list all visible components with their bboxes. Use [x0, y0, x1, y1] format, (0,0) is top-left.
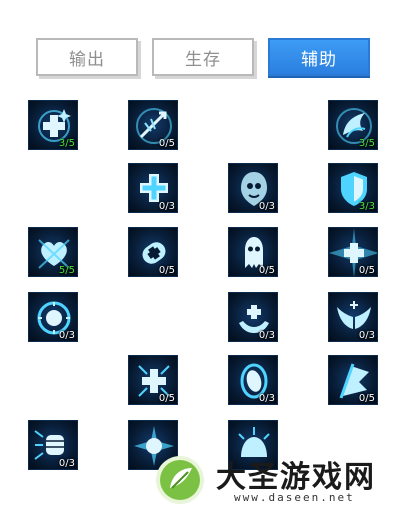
tab-output[interactable]: 输出 — [36, 38, 138, 76]
tab-support[interactable]: 辅助 — [268, 38, 370, 76]
skill-level: 0/5 — [158, 393, 175, 404]
skill-level: 0/3 — [158, 201, 175, 212]
skill-level: 0/3 — [358, 330, 375, 341]
skill-level: 0/3 — [258, 201, 275, 212]
skill-slot[interactable]: 0/3 — [228, 163, 278, 213]
site-title: 大圣游戏网 — [216, 460, 376, 495]
tab-survival-label: 生存 — [185, 49, 221, 70]
skill-slot[interactable]: 0/3 — [28, 420, 78, 470]
skill-level: 0/3 — [58, 330, 75, 341]
site-watermark: 大圣游戏网 www.daseen.net — [150, 450, 400, 512]
skill-level: 0/5 — [358, 265, 375, 276]
skill-slot[interactable]: 3/5 — [28, 100, 78, 150]
skill-slot[interactable]: 0/3 — [28, 292, 78, 342]
skill-slot[interactable]: 0/3 — [328, 292, 378, 342]
skill-slot[interactable]: 0/5 — [128, 227, 178, 277]
skill-level: 0/5 — [158, 265, 175, 276]
skill-level: 3/3 — [358, 201, 375, 212]
skill-slot[interactable]: 0/5 — [228, 227, 278, 277]
skill-slot[interactable]: 3/5 — [328, 100, 378, 150]
skill-level: 0/3 — [58, 458, 75, 469]
tab-support-label: 辅助 — [301, 49, 337, 70]
skill-slot[interactable]: 0/5 — [128, 355, 178, 405]
skill-level: 0/3 — [258, 330, 275, 341]
skill-level: 0/5 — [158, 138, 175, 149]
skill-level: 0/5 — [358, 393, 375, 404]
skill-level: 0/3 — [258, 393, 275, 404]
tab-survival[interactable]: 生存 — [152, 38, 254, 76]
skill-level: 0/5 — [258, 265, 275, 276]
skill-level: 3/5 — [358, 138, 375, 149]
site-logo-icon — [156, 456, 204, 504]
skill-slot[interactable]: 0/5 — [328, 227, 378, 277]
skill-slot[interactable]: 3/3 — [328, 163, 378, 213]
skill-slot[interactable]: 0/5 — [128, 100, 178, 150]
skill-level: 3/5 — [58, 138, 75, 149]
tab-output-label: 输出 — [69, 49, 105, 70]
site-url: www.daseen.net — [234, 491, 355, 504]
skill-level: 5/5 — [58, 265, 75, 276]
skill-slot[interactable]: 0/3 — [228, 292, 278, 342]
skill-slot[interactable]: 0/3 — [128, 163, 178, 213]
skill-slot[interactable]: 0/3 — [228, 355, 278, 405]
skill-slot[interactable]: 5/5 — [28, 227, 78, 277]
skill-slot[interactable]: 0/5 — [328, 355, 378, 405]
